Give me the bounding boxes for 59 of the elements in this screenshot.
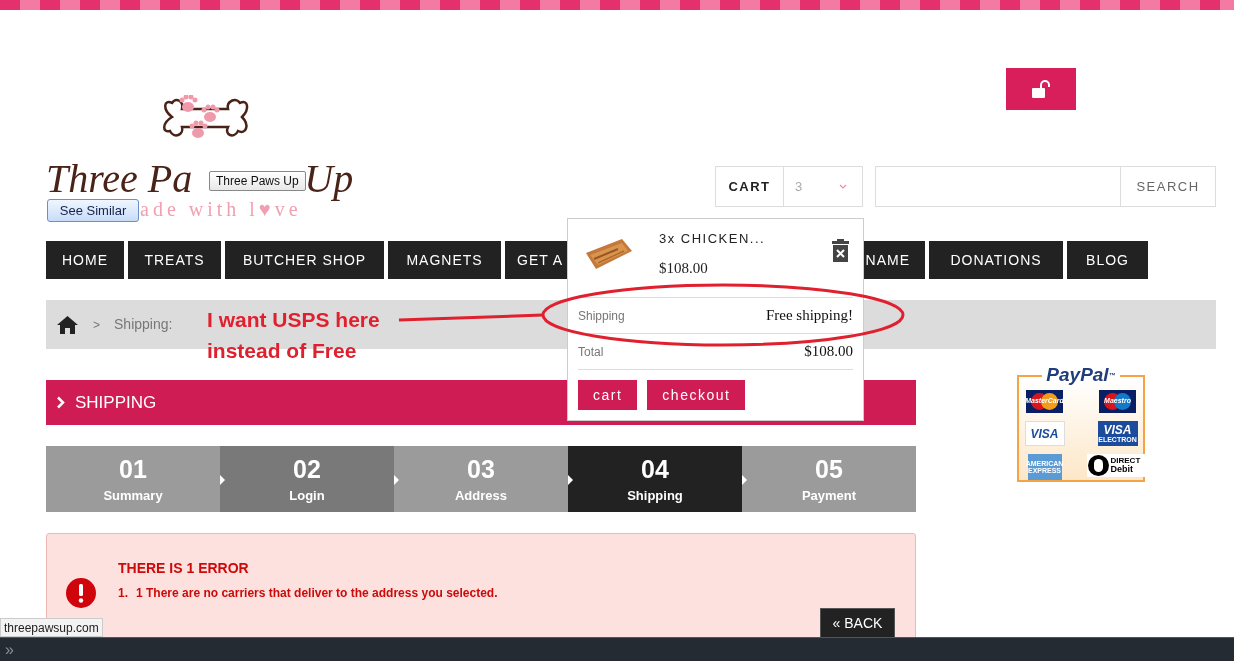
annotation-text: instead of Free: [207, 338, 358, 364]
annotation-text: I want USPS here: [207, 307, 380, 333]
checkout-button[interactable]: checkout: [647, 380, 746, 410]
cart-item-name[interactable]: 3x CHICKEN...: [659, 229, 832, 249]
step-label: Shipping: [627, 488, 683, 502]
step-label: Address: [455, 488, 507, 502]
error-title: THERE IS 1 ERROR: [118, 559, 250, 578]
shipping-label: Shipping: [578, 307, 625, 325]
checkout-step[interactable]: 02 Login: [220, 446, 394, 512]
logo-text: Three Pa: [46, 159, 193, 199]
home-icon[interactable]: [56, 314, 79, 335]
nav-item[interactable]: BLOG: [1067, 241, 1148, 279]
step-arrow-icon: [220, 475, 225, 485]
nav-item[interactable]: MAGNETS: [388, 241, 501, 279]
cart-button[interactable]: cart: [578, 380, 638, 410]
error-message: 1 There are no carriers that deliver to the address you selected.: [136, 585, 498, 602]
total-value: $108.00: [804, 342, 853, 362]
total-label: Total: [578, 343, 604, 361]
nav-item[interactable]: DONATIONS: [929, 241, 1063, 279]
unlock-icon: [1031, 80, 1051, 98]
shipping-value: Free shipping!: [765, 306, 853, 326]
see-similar-button[interactable]: See Similar: [47, 199, 139, 222]
logo-tooltip: Three Paws Up: [209, 171, 306, 191]
step-label: Login: [289, 488, 325, 502]
checkout-step[interactable]: 04 Shipping: [568, 446, 742, 512]
card-logo: VISA: [1024, 421, 1065, 446]
remove-icon[interactable]: [832, 239, 849, 262]
alert-icon: [66, 578, 96, 608]
expand-icon[interactable]: »: [5, 641, 14, 658]
nav-item[interactable]: HOME: [46, 241, 124, 279]
search-field[interactable]: SEARCH: [875, 166, 1216, 207]
breadcrumb-current: Shipping:: [114, 315, 173, 334]
lock-button[interactable]: [1006, 68, 1076, 110]
step-label: Payment: [801, 488, 857, 502]
step-label: Summary: [103, 488, 163, 502]
logo-tagline: ade with l♥ve: [140, 199, 303, 219]
section-title: SHIPPING: [75, 391, 157, 414]
paypal-logo: PayPal$^{™}$: [1042, 365, 1120, 384]
logo-text: Up: [304, 159, 354, 199]
step-arrow-icon: [394, 475, 399, 485]
error-number: 1.: [118, 585, 128, 602]
chevron-down-icon: [839, 184, 848, 189]
step-number: 02: [293, 456, 321, 482]
back-button[interactable]: « BACK: [820, 608, 895, 638]
cart-label: CART: [716, 167, 784, 206]
step-number: 04: [641, 456, 669, 482]
step-number: 03: [467, 456, 495, 482]
step-arrow-icon: [568, 475, 573, 485]
search-button[interactable]: SEARCH: [1120, 167, 1215, 206]
cart-widget[interactable]: CART 3: [715, 166, 863, 207]
step-number: 05: [815, 456, 843, 482]
nav-item[interactable]: TREATS: [128, 241, 221, 279]
step-arrow-icon: [742, 475, 747, 485]
breadcrumb-separator: >: [93, 316, 100, 334]
chevron-right-icon: [56, 396, 65, 409]
cart-item-price: $108.00: [659, 258, 709, 278]
step-number: 01: [119, 456, 147, 482]
cart-count: 3: [794, 177, 803, 196]
nav-item[interactable]: BUTCHER SHOP: [225, 241, 384, 279]
